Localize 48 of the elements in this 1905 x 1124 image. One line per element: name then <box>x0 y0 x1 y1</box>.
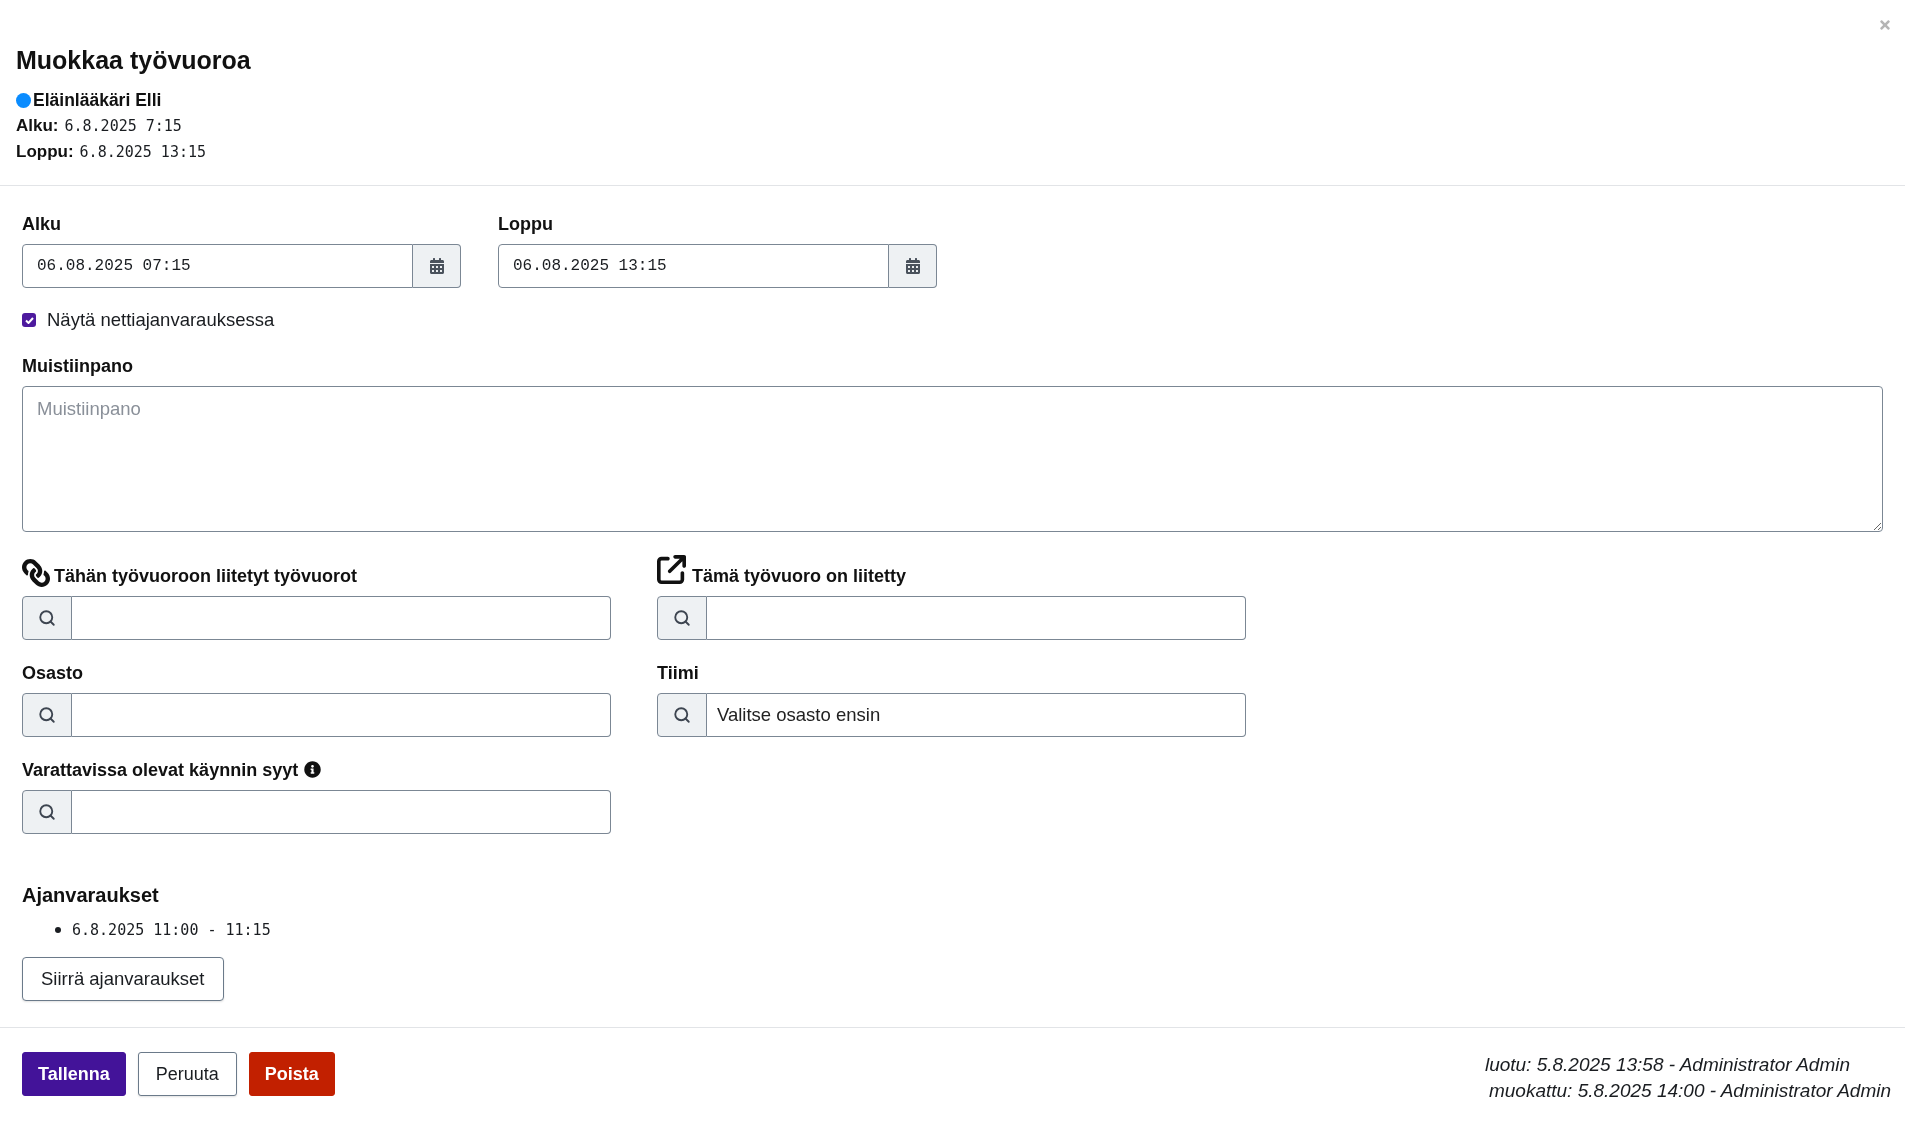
footer-button[interactable]: Peruuta <box>137 1052 237 1096</box>
checkbox[interactable] <box>22 313 36 327</box>
meta-text: muokattu: 5.8.2025 14:00 - Administrator Admin <box>1488 1079 1891 1103</box>
search-icon <box>657 693 707 737</box>
footer-button[interactable]: Poista <box>248 1052 335 1096</box>
checkbox-label: Näytä nettiajanvarauksessa <box>47 308 275 333</box>
calendar-icon <box>429 258 444 274</box>
footer-button[interactable]: Tallenna <box>22 1052 126 1096</box>
field-label: Tähän työvuoroon liitetyt työvuorot <box>54 565 357 588</box>
search-icon <box>657 596 707 640</box>
square-arrow-icon <box>657 555 686 584</box>
close-button[interactable] <box>1877 17 1893 33</box>
date-input[interactable]: 06.08.2025 07:15 <box>22 244 413 288</box>
section-title: Ajanvaraukset <box>22 883 159 908</box>
field-label: Osasto <box>22 662 84 685</box>
summary-label: Loppu: <box>16 141 74 163</box>
summary-label: Alku: <box>16 115 59 137</box>
search-field[interactable] <box>72 596 611 640</box>
search-icon <box>22 596 72 640</box>
close-icon <box>1878 18 1892 32</box>
calendar-button[interactable] <box>413 244 461 288</box>
booking-item: 6.8.2025 11:00 - 11:15 <box>72 919 271 941</box>
check-icon <box>24 316 34 324</box>
summary-value: 6.8.2025 7:15 <box>64 116 182 137</box>
meta-text: luotu: 5.8.2025 13:58 - Administrator Admin <box>1484 1053 1850 1077</box>
dialog-title: Muokkaa työvuoroa <box>16 45 251 76</box>
chain-link-icon <box>22 559 50 587</box>
move-bookings-button[interactable]: Siirrä ajanvaraukset <box>22 957 224 1001</box>
field-label: Varattavissa olevat käynnin syyt <box>22 759 299 782</box>
field-label: Loppu <box>498 213 553 236</box>
search-field[interactable] <box>707 596 1246 640</box>
date-input[interactable]: 06.08.2025 13:15 <box>498 244 889 288</box>
search-field[interactable] <box>72 693 611 737</box>
employee-name: Eläinlääkäri Elli <box>33 89 162 112</box>
bullet-icon <box>55 927 61 933</box>
note-field[interactable]: Muistiinpano <box>22 386 1883 532</box>
summary-value: 6.8.2025 13:15 <box>79 142 207 163</box>
field-label: Muistiinpano <box>22 355 133 378</box>
field-label: Tämä työvuoro on liitetty <box>692 565 907 588</box>
calendar-icon <box>905 258 920 274</box>
search-icon <box>22 790 72 834</box>
search-field[interactable] <box>72 790 611 834</box>
field-label: Alku <box>22 213 61 236</box>
search-field[interactable]: Valitse osasto ensin <box>707 693 1246 737</box>
field-label: Tiimi <box>657 662 699 685</box>
calendar-button[interactable] <box>889 244 937 288</box>
info-icon[interactable] <box>304 761 322 778</box>
search-icon <box>22 693 72 737</box>
